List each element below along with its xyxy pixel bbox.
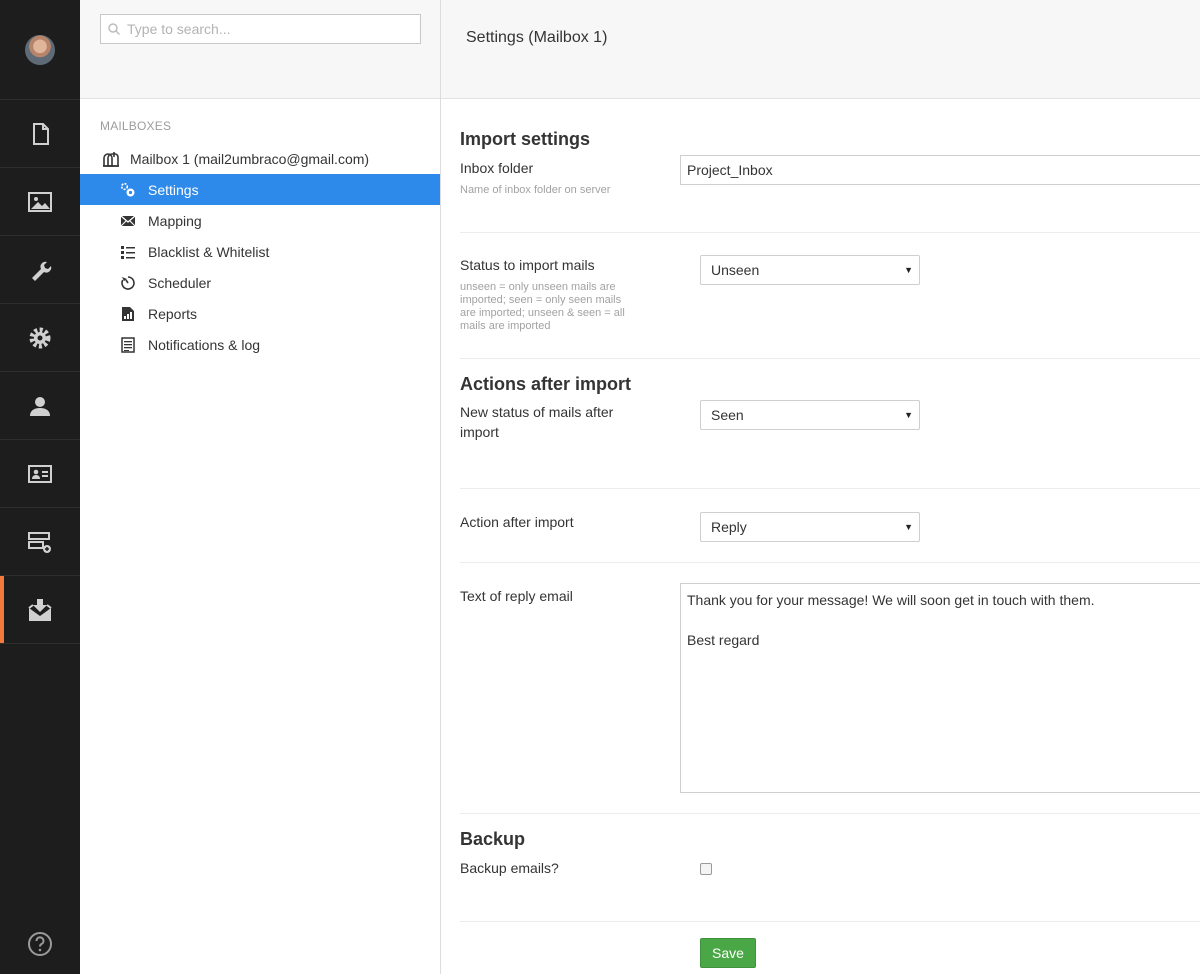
section-users[interactable] [0,372,80,440]
section-content[interactable] [0,100,80,168]
tree-item-notifications-log[interactable]: Notifications & log [80,329,440,360]
avatar[interactable] [25,34,55,65]
search-icon [108,23,121,36]
mapping-icon [120,215,136,226]
new-status-value: Seen [711,407,744,423]
group-title-import: Import settings [460,129,591,149]
editor: Settings (Mailbox 1) Import settings Inb… [441,0,1200,974]
tree-item-blacklist-whitelist[interactable]: Blacklist & Whitelist [80,236,440,267]
property-new-status: New status of mails after import Seen ▼ [460,400,1200,489]
status-import-select[interactable]: Unseen ▼ [700,255,920,285]
reply-text-label: Text of reply email [460,588,573,604]
inbox-folder-input[interactable] [680,155,1200,185]
mail-import-icon [28,598,52,621]
section-media[interactable] [0,168,80,236]
tree-item-mapping[interactable]: Mapping [80,205,440,236]
settings-icon [120,182,135,196]
backup-emails-label: Backup emails? [460,860,559,876]
tree-root-mailbox[interactable]: Mailbox 1 (mail2umbraco@gmail.com) [80,143,440,174]
page-title: Settings (Mailbox 1) [466,29,608,46]
caret-down-icon: ▼ [904,522,913,532]
section-members[interactable] [0,440,80,508]
group-title-backup: Backup [460,829,526,849]
new-status-select[interactable]: Seen ▼ [700,400,920,430]
tree-item-label: Notifications & log [148,336,261,353]
tree-root-label: Mailbox 1 (mail2umbraco@gmail.com) [130,150,370,167]
gear-icon [29,327,51,348]
log-icon [121,336,135,353]
tree-heading: MAILBOXES [100,119,172,133]
wrench-icon [32,261,52,281]
property-status-import: Status to import mails unseen = only uns… [460,233,1200,359]
property-backup: Backup emails? [460,858,1200,922]
tree-item-label: Reports [148,305,198,322]
property-action-after-import: Action after import Reply ▼ [460,489,1200,563]
save-button[interactable]: Save [700,938,756,968]
backup-emails-checkbox[interactable] [700,863,712,875]
member-card-icon [28,464,52,483]
mailbox-icon [103,151,119,167]
content-icon [33,122,49,145]
media-icon [28,191,52,212]
tree-item-reports[interactable]: Reports [80,298,440,329]
caret-down-icon: ▼ [904,265,913,275]
tree-panel: MAILBOXES Mailbox 1 (mail2umbraco@gmail.… [80,0,441,974]
tree-item-label: Settings [148,181,199,198]
search-box [100,14,421,44]
status-import-description: unseen = only unseen mails are imported;… [460,281,625,332]
inbox-folder-description: Name of inbox folder on server [460,184,611,196]
avatar-container [0,0,80,100]
editor-body: Import settings Inbox folder Name of inb… [441,129,1200,922]
action-after-import-label: Action after import [460,514,574,530]
tree-item-scheduler[interactable]: Scheduler [80,267,440,298]
status-import-value: Unseen [711,262,760,278]
user-icon [30,396,50,416]
help-button[interactable] [0,930,80,958]
group-title-actions: Actions after import [460,374,632,394]
list-icon [121,245,135,259]
caret-down-icon: ▼ [904,410,913,420]
new-status-label: New status of mails after import [460,404,614,440]
reply-text-textarea[interactable]: Thank you for your message! We will soon… [680,583,1200,793]
section-forms[interactable] [0,508,80,576]
tree-item-settings[interactable]: Settings [80,174,440,205]
section-developer[interactable] [0,304,80,372]
tree-item-label: Mapping [148,212,202,229]
search-area [80,0,440,99]
timer-icon [121,275,135,290]
tree-item-label: Blacklist & Whitelist [148,243,270,260]
help-icon [28,932,52,956]
editor-header: Settings (Mailbox 1) [441,0,1200,99]
search-input[interactable] [101,15,420,43]
section-settings[interactable] [0,236,80,304]
forms-icon [28,531,51,553]
inbox-folder-label: Inbox folder [460,160,534,176]
action-after-import-value: Reply [711,519,747,535]
property-reply-text: Text of reply email Thank you for your m… [460,563,1200,814]
property-inbox-folder: Inbox folder Name of inbox folder on ser… [460,155,1200,233]
app-sidebar [0,0,80,974]
action-after-import-select[interactable]: Reply ▼ [700,512,920,542]
tree-item-label: Scheduler [148,274,212,291]
section-mail-import[interactable] [0,576,80,644]
status-import-label: Status to import mails [460,257,595,273]
report-icon [122,306,134,321]
